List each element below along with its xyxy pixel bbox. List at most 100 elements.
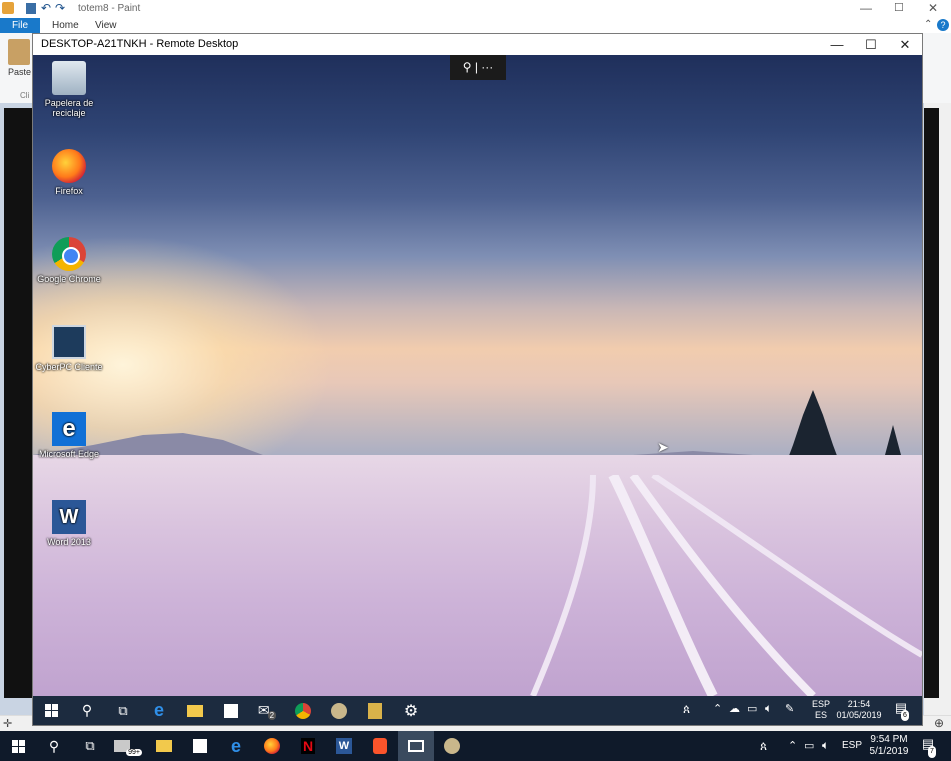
paint-maximize-button[interactable]: ☐ [894,1,904,14]
cloud-icon[interactable]: ☁ [729,704,740,715]
host-taskbar-store[interactable] [182,731,218,761]
desktop-icon-label: CyberPC Cliente [35,362,103,372]
folder-icon [187,704,203,717]
people-icon[interactable]: ጰ [760,740,767,752]
rdp-zoom-bar[interactable]: ⚲ | ··· [450,55,506,80]
store-icon [224,703,238,718]
host-taskbar-store-updates[interactable]: 99+ [110,731,146,761]
undo-icon[interactable]: ↶ [41,1,51,15]
taskbar-cyberpc[interactable] [357,696,393,725]
rdp-minimize-button[interactable]: — [820,34,854,55]
help-icon[interactable]: ? [937,19,949,31]
rdp-zoom-bar-label[interactable]: ⚲ | ··· [463,60,494,74]
host-clock[interactable]: 9:54 PM 5/1/2019 [866,734,912,758]
search-icon: ⚲ [48,737,60,754]
paint-window-title: totem8 - Paint [78,3,141,14]
desktop-icon-label: Firefox [55,186,83,196]
desktop-icon-recycle-bin[interactable]: Papelera de reciclaje [33,61,105,118]
desktop-icon-cyberpc[interactable]: CyberPC Cliente [33,325,105,372]
taskbar-file-explorer[interactable] [177,696,213,725]
host-task-view-button[interactable]: ⧉ [72,731,108,761]
tab-home[interactable]: Home [52,18,79,33]
cursor-position-icon: ✛ [3,718,13,730]
host-taskbar-file-explorer[interactable] [146,731,182,761]
netflix-icon: N [301,738,315,754]
pen-icon[interactable]: ✎ [785,704,794,715]
host-taskbar-paint[interactable] [434,731,470,761]
host-start-button[interactable] [0,731,36,761]
host-taskbar-brave[interactable] [362,731,398,761]
language-indicator[interactable]: ESP ES [809,699,833,721]
remote-desktop-window: DESKTOP-A21TNKH - Remote Desktop — ☐ ✕ ⚲… [32,33,923,726]
desktop-icon-word[interactable]: W Word 2013 [33,500,105,547]
paint-close-button[interactable]: ✕ [928,1,938,15]
action-center-button[interactable]: ▤ 6 [891,701,911,721]
paste-button[interactable]: Paste [8,67,31,77]
firefox-icon [52,149,86,183]
host-taskbar-word[interactable]: W [326,731,362,761]
windows-icon [44,704,58,717]
host-taskbar-firefox[interactable] [254,731,290,761]
host-action-center-button[interactable]: ▤ 7 [918,737,938,758]
tab-file[interactable]: File [0,18,40,33]
volume-icon[interactable]: 🔈︎ [822,739,829,751]
host-language-indicator[interactable]: ESP [842,740,862,752]
start-button[interactable] [33,696,69,725]
chevron-up-icon[interactable]: ⌃ [713,704,722,715]
network-icon[interactable]: ▭ [804,740,814,752]
paste-icon[interactable] [8,39,30,65]
edge-icon: e [52,412,86,446]
clipboard-group-label: Cli [20,91,30,100]
host-taskbar-edge[interactable]: e [218,731,254,761]
clock-time: 21:54 [847,699,871,709]
host-clock-time: 9:54 PM [870,734,908,745]
host-taskbar-remote-desktop[interactable] [398,731,434,761]
paint-app-icon [2,2,14,14]
desktop-icon-label: Papelera de reciclaje [44,98,94,118]
taskbar-store[interactable] [213,696,249,725]
search-button[interactable]: ⚲ [69,696,105,725]
save-icon[interactable] [26,3,36,14]
word-icon: W [52,500,86,534]
task-view-button[interactable]: ⧉ [105,696,141,725]
paint-titlebar: ↶ ↷ totem8 - Paint — ☐ ✕ [0,0,951,18]
paint-canvas-image-right [924,108,939,698]
paint-minimize-button[interactable]: — [860,1,872,15]
zoom-in-icon[interactable]: ⊕ [934,716,944,730]
rdp-close-button[interactable]: ✕ [888,34,922,55]
desktop-icon-chrome[interactable]: Google Chrome [33,237,105,284]
desktop-icon-firefox[interactable]: Firefox [33,149,105,196]
clock-date: 01/05/2019 [836,710,882,720]
remote-taskbar: ⚲ ⧉ e ✉ 2 ⚙ ጰ ⌃ ☁ ▭ 🔈︎ ✎ ESP ES 21:54 01… [33,696,922,725]
taskbar-edge[interactable]: e [141,696,177,725]
people-icon[interactable]: ጰ [683,703,690,715]
host-search-button[interactable]: ⚲ [36,731,72,761]
recycle-bin-icon [52,61,86,95]
desktop-icon-edge[interactable]: e Microsoft Edge [33,412,105,459]
desktop-icon-label: Word 2013 [47,537,91,547]
tab-view[interactable]: View [95,18,117,33]
ribbon-collapse-icon[interactable]: ⌃ [924,19,932,30]
rdp-maximize-button[interactable]: ☐ [854,34,888,55]
clock[interactable]: 21:54 01/05/2019 [833,699,885,721]
paint-icon [444,738,460,754]
task-view-icon: ⧉ [85,738,95,753]
edge-icon: e [230,735,241,756]
host-taskbar-netflix[interactable]: N [290,731,326,761]
folder-icon [156,740,172,752]
redo-icon[interactable]: ↷ [55,1,65,15]
store-icon [193,739,207,753]
remote-desktop-area[interactable]: ⚲ | ··· Papelera de reciclaje Firefox Go… [33,55,922,696]
word-icon: W [336,738,352,754]
mail-badge: 2 [267,711,277,720]
edge-icon: e [153,700,164,720]
language-top: ESP [811,699,830,709]
network-icon[interactable]: ▭ [747,704,757,715]
taskbar-mail[interactable]: ✉ 2 [249,696,285,725]
chevron-up-icon[interactable]: ⌃ [788,740,797,752]
taskbar-chrome[interactable] [285,696,321,725]
remote-desktop-icon [408,740,424,752]
taskbar-paint[interactable] [321,696,357,725]
taskbar-settings[interactable]: ⚙ [393,696,429,725]
volume-icon[interactable]: 🔈︎ [765,702,772,714]
